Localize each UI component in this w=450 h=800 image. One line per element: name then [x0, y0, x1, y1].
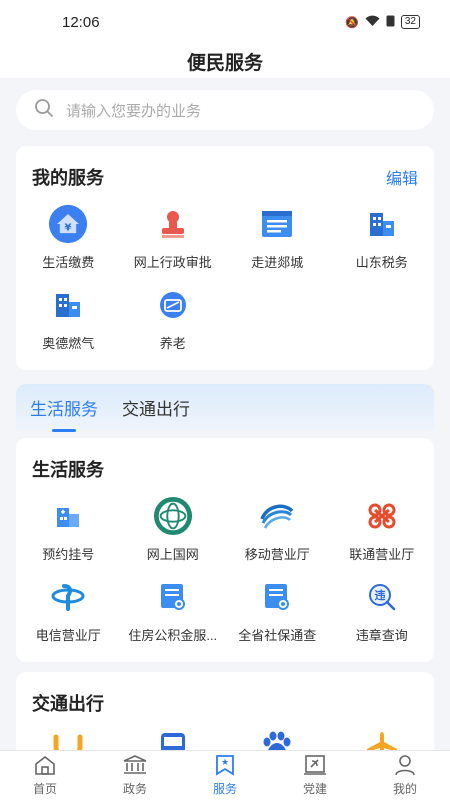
life-services-title: 生活服务	[32, 460, 104, 480]
service-label: 全省社保通查	[238, 628, 317, 643]
service-item-china-telecom[interactable]: 电信营业厅	[16, 577, 121, 644]
nav-party-building-label: 党建	[302, 782, 327, 796]
nav-home-label: 首页	[32, 782, 57, 796]
certificate-icon	[153, 577, 193, 617]
status-bar: 12:06 🔕 32	[0, 0, 450, 44]
my-services-card: 我的服务 编辑 ¥ 生活缴费 网上行政审批 走进郯城 山东税务 奥德燃气 养老	[16, 146, 434, 370]
svg-text:¥: ¥	[65, 222, 72, 233]
service-item-aode-gas[interactable]: 奥德燃气	[16, 285, 121, 352]
tab-traffic[interactable]: 交通出行	[122, 395, 190, 420]
service-item-china-unicom[interactable]: 联通营业厅	[330, 496, 435, 563]
home-icon	[33, 754, 57, 779]
mute-icon: 🔕	[345, 16, 359, 29]
profile-icon	[394, 754, 416, 779]
svg-text:违: 违	[374, 588, 385, 602]
edit-button[interactable]: 编辑	[386, 165, 418, 189]
party-building-icon	[303, 754, 327, 779]
yuan-house-icon: ¥	[48, 204, 88, 244]
search-icon	[34, 98, 54, 122]
service-item-social-security[interactable]: 全省社保通查	[225, 577, 330, 644]
hospital-icon	[48, 496, 88, 536]
nav-home[interactable]: 首页	[0, 751, 90, 800]
service-item-online-approval[interactable]: 网上行政审批	[121, 204, 226, 271]
traffic-title: 交通出行	[32, 694, 104, 714]
service-label: 联通营业厅	[349, 547, 415, 562]
violation-search-icon: 违	[362, 577, 402, 617]
my-services-title: 我的服务	[32, 168, 104, 188]
government-icon	[122, 754, 148, 779]
svg-text:★: ★	[221, 758, 229, 768]
bottom-navigation: 首页 政务 ★ 服务 党建 我的	[0, 750, 450, 800]
life-services-card: 生活服务 预约挂号 网上国网 移动营业厅 联通营业厅 电信营业厅 住房公积金服.…	[16, 438, 434, 662]
service-item-shandong-tax[interactable]: 山东税务	[330, 204, 435, 271]
china-mobile-logo	[257, 496, 297, 536]
service-item-life-payment[interactable]: ¥ 生活缴费	[16, 204, 121, 271]
document-icon	[257, 204, 297, 244]
service-label: 网上国网	[146, 547, 199, 562]
wifi-icon	[365, 15, 380, 30]
building-icon	[48, 285, 88, 325]
search-bar[interactable]: 请输入您要办的业务	[16, 90, 434, 130]
search-input[interactable]: 请输入您要办的业务	[66, 100, 201, 121]
nav-government[interactable]: 政务	[90, 751, 180, 800]
status-time: 12:06	[62, 13, 100, 31]
service-label: 奥德燃气	[42, 336, 95, 351]
service-item-appointment[interactable]: 预约挂号	[16, 496, 121, 563]
page-title: 便民服务	[0, 44, 450, 78]
nav-government-label: 政务	[122, 782, 147, 796]
nav-service[interactable]: ★ 服务	[180, 751, 270, 800]
certificate-icon	[257, 577, 297, 617]
service-item-state-grid[interactable]: 网上国网	[121, 496, 226, 563]
battery-indicator: 32	[400, 15, 420, 29]
service-label: 违章查询	[355, 628, 408, 643]
category-tabs: 生活服务 交通出行	[16, 384, 434, 430]
service-label: 网上行政审批	[133, 255, 212, 270]
china-unicom-logo	[362, 496, 402, 536]
service-label: 养老	[159, 336, 186, 351]
service-icon: ★	[214, 754, 236, 779]
service-item-housing-fund[interactable]: 住房公积金服...	[121, 577, 226, 644]
nav-profile[interactable]: 我的	[360, 751, 450, 800]
service-item-tancheng[interactable]: 走进郯城	[225, 204, 330, 271]
service-label: 移动营业厅	[244, 547, 310, 562]
china-telecom-logo	[48, 577, 88, 617]
stamp-icon	[153, 204, 193, 244]
building-icon	[362, 204, 402, 244]
service-label: 电信营业厅	[35, 628, 101, 643]
service-item-violation-query[interactable]: 违 违章查询	[330, 577, 435, 644]
tab-life-services[interactable]: 生活服务	[30, 395, 98, 420]
service-label: 生活缴费	[42, 255, 95, 270]
state-grid-logo	[153, 496, 193, 536]
service-item-china-mobile[interactable]: 移动营业厅	[225, 496, 330, 563]
service-item-pension[interactable]: 养老	[121, 285, 226, 352]
sim-icon	[386, 15, 395, 30]
service-label: 走进郯城	[251, 255, 304, 270]
nav-service-label: 服务	[212, 782, 237, 796]
card-icon	[153, 285, 193, 325]
service-label: 住房公积金服...	[128, 628, 218, 643]
service-label: 山东税务	[355, 255, 408, 270]
nav-profile-label: 我的	[392, 782, 417, 796]
service-label: 预约挂号	[42, 547, 95, 562]
status-icons: 🔕 32	[345, 15, 420, 30]
nav-party-building[interactable]: 党建	[270, 751, 360, 800]
